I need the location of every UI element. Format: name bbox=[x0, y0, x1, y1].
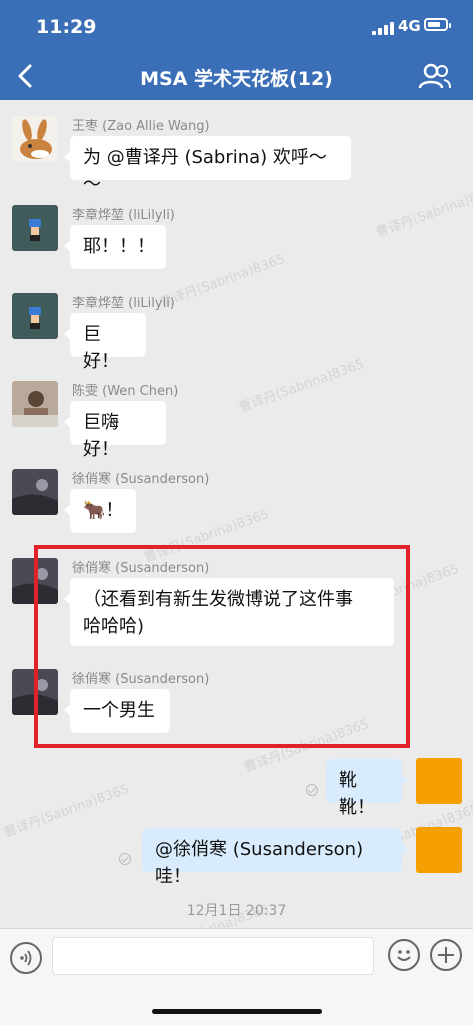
rabbit-avatar[interactable] bbox=[12, 116, 58, 162]
emoji-button[interactable] bbox=[388, 939, 420, 971]
voice-button[interactable] bbox=[10, 942, 42, 974]
sender-name: 王枣 (Zao Allie Wang) bbox=[72, 119, 210, 134]
group-members-button[interactable] bbox=[418, 62, 452, 90]
sender-name: 李章烨堃 (liLilyli) bbox=[72, 296, 175, 311]
plus-icon bbox=[438, 947, 454, 963]
chat-title: MSA 学术天花板(12) bbox=[140, 68, 333, 90]
message-bubble[interactable]: 巨好！ bbox=[64, 313, 146, 372]
signal-icon bbox=[372, 21, 394, 35]
network-label: 4G bbox=[398, 17, 421, 35]
read-check-icon bbox=[119, 853, 131, 865]
my-message-bubble[interactable]: 靴靴！ bbox=[326, 759, 408, 818]
watermark: 曹译丹(Sabrina)8365 bbox=[374, 181, 473, 241]
more-button[interactable] bbox=[430, 939, 462, 971]
nav-bar: MSA 学术天花板(12) bbox=[0, 52, 473, 100]
dark-photo-avatar[interactable] bbox=[12, 469, 58, 515]
pixel-character-avatar[interactable] bbox=[12, 293, 58, 339]
input-bar bbox=[0, 928, 473, 1025]
status-bar: 11:29 4G bbox=[0, 0, 473, 52]
home-indicator[interactable] bbox=[152, 1009, 322, 1014]
watermark: 曹译丹(Sabrina)8365 bbox=[237, 356, 367, 416]
smiley-icon bbox=[397, 950, 411, 961]
message-input[interactable] bbox=[52, 937, 374, 975]
top-bar: 11:29 4G MSA 学术天花板(12) bbox=[0, 0, 473, 100]
sender-name: 徐俏寒 (Susanderson) bbox=[72, 472, 210, 487]
voice-icon bbox=[20, 950, 32, 966]
message-bubble[interactable]: 巨嗨好！ bbox=[64, 401, 166, 460]
read-check-icon bbox=[306, 784, 318, 796]
my-avatar[interactable] bbox=[416, 758, 462, 804]
status-time: 11:29 bbox=[36, 16, 97, 38]
sender-name: 陈雯 (Wen Chen) bbox=[72, 384, 179, 399]
sender-name: 李章烨堃 (liLilyli) bbox=[72, 208, 175, 223]
battery-icon bbox=[424, 18, 451, 31]
message-bubble[interactable]: 🐂！ bbox=[64, 489, 136, 533]
photo-avatar[interactable] bbox=[12, 381, 58, 427]
watermark: 曹译丹(Sabrina)8365 bbox=[2, 781, 132, 841]
people-icon bbox=[418, 63, 451, 89]
my-message-bubble[interactable]: @徐俏寒 (Susanderson) 哇！ bbox=[142, 828, 408, 887]
timestamp: 12月1日 20:37 bbox=[186, 903, 287, 919]
highlight-annotation-box bbox=[34, 545, 410, 748]
my-avatar[interactable] bbox=[416, 827, 462, 873]
message-bubble[interactable]: 为 @曹译丹 (Sabrina) 欢呼～～ bbox=[64, 136, 351, 195]
pixel-character-avatar[interactable] bbox=[12, 205, 58, 251]
watermark: 曹译丹(Sabrina)8365 bbox=[158, 251, 288, 311]
message-bubble[interactable]: 耶！！！ bbox=[64, 225, 166, 269]
